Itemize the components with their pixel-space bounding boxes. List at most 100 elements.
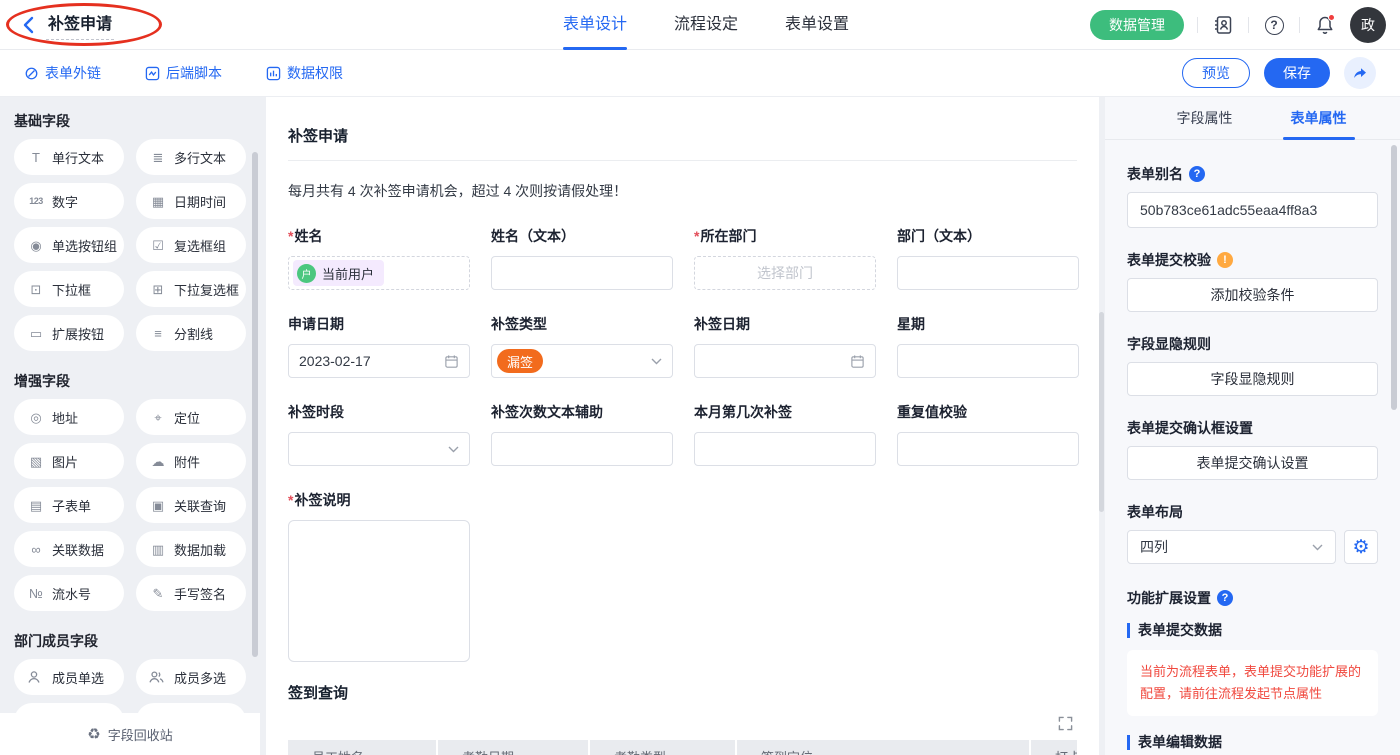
- back-icon[interactable]: [22, 16, 36, 34]
- field-department[interactable]: 所在部门 选择部门: [694, 226, 876, 290]
- tab-form-setting[interactable]: 表单设置: [785, 0, 849, 50]
- field-pill-data-load[interactable]: ▥数据加载: [136, 531, 246, 567]
- field-pill-relation-data[interactable]: ∞关联数据: [14, 531, 124, 567]
- form-name-title[interactable]: 补签申请: [46, 10, 114, 40]
- number-icon: 123: [27, 197, 45, 206]
- field-label: 补签次数文本辅助: [491, 402, 673, 424]
- data-permission-label: 数据权限: [287, 63, 343, 83]
- field-sign-date[interactable]: 补签日期: [694, 314, 876, 378]
- calendar-icon: [850, 354, 865, 369]
- preview-button[interactable]: 预览: [1182, 58, 1250, 88]
- canvas-scrollbar[interactable]: [1099, 312, 1104, 512]
- alias-label-row: 表单别名 ?: [1127, 164, 1378, 184]
- submit-confirm-button[interactable]: 表单提交确认设置: [1127, 446, 1378, 480]
- sidebar-scrollbar[interactable]: [252, 152, 258, 657]
- divider: [1299, 17, 1300, 33]
- period-select[interactable]: [288, 432, 470, 466]
- field-name-text[interactable]: 姓名（文本）: [491, 226, 673, 290]
- gear-icon: ⚙: [1352, 538, 1369, 557]
- data-manage-button[interactable]: 数据管理: [1090, 10, 1184, 40]
- tab-form-props[interactable]: 表单属性: [1291, 97, 1347, 140]
- data-permission-link[interactable]: 数据权限: [266, 63, 343, 83]
- tab-form-design[interactable]: 表单设计: [563, 0, 627, 50]
- help-icon[interactable]: ?: [1262, 13, 1286, 37]
- field-weekday[interactable]: 星期: [897, 314, 1079, 378]
- field-recycle-bin[interactable]: ♻ 字段回收站: [0, 713, 260, 755]
- field-pill-signature[interactable]: ✎手写签名: [136, 575, 246, 611]
- field-pill-single-text[interactable]: T单行文本: [14, 139, 124, 175]
- signature-icon: ✎: [149, 587, 167, 600]
- dup-check-input[interactable]: [897, 432, 1079, 466]
- basic-fields-grid: T单行文本 ≣多行文本 123数字 ▦日期时间 ◉单选按钮组 ☑复选框组 ⊡下拉…: [14, 139, 246, 351]
- name-text-input[interactable]: [491, 256, 673, 290]
- sign-type-select[interactable]: 漏签: [491, 344, 673, 378]
- field-pill-extend-button[interactable]: ▭扩展按钮: [14, 315, 124, 351]
- back-group[interactable]: 补签申请: [22, 10, 114, 40]
- tab-field-props[interactable]: 字段属性: [1177, 97, 1233, 140]
- save-button[interactable]: 保存: [1264, 58, 1330, 88]
- field-pill-number[interactable]: 123数字: [14, 183, 124, 219]
- field-pill-location[interactable]: ⌖定位: [136, 399, 246, 435]
- backend-script-link[interactable]: 后端脚本: [145, 63, 222, 83]
- field-count-helper[interactable]: 补签次数文本辅助: [491, 402, 673, 466]
- field-sign-type[interactable]: 补签类型 漏签: [491, 314, 673, 378]
- field-pill-divider[interactable]: ≡分割线: [136, 315, 246, 351]
- sub-toolbar: 表单外链 后端脚本 数据权限 预览 保存: [0, 50, 1400, 97]
- month-nth-input[interactable]: [694, 432, 876, 466]
- help-badge-icon[interactable]: ?: [1189, 166, 1205, 182]
- form-title[interactable]: 补签申请: [288, 125, 1077, 146]
- layout-settings-button[interactable]: ⚙: [1344, 530, 1378, 564]
- share-icon: [1352, 65, 1368, 81]
- weekday-input[interactable]: [897, 344, 1079, 378]
- field-pill-relation-query[interactable]: ▣关联查询: [136, 487, 246, 523]
- field-row-1: 姓名 户 当前用户 姓名（文本） 所在部门 选择部门: [288, 226, 1077, 290]
- count-helper-input[interactable]: [491, 432, 673, 466]
- warning-badge-icon[interactable]: !: [1217, 252, 1233, 268]
- tab-flow-setting[interactable]: 流程设定: [674, 0, 738, 50]
- field-pill-address[interactable]: ◎地址: [14, 399, 124, 435]
- form-description[interactable]: 每月共有 4 次补签申请机会，超过 4 次则按请假处理！: [288, 181, 1077, 200]
- field-period[interactable]: 补签时段: [288, 402, 470, 466]
- field-apply-date[interactable]: 申请日期 2023-02-17: [288, 314, 470, 378]
- avatar[interactable]: 政: [1350, 7, 1386, 43]
- field-dup-check[interactable]: 重复值校验: [897, 402, 1079, 466]
- field-pill-select[interactable]: ⊡下拉框: [14, 271, 124, 307]
- field-month-nth[interactable]: 本月第几次补签: [694, 402, 876, 466]
- share-button[interactable]: [1344, 57, 1376, 89]
- field-pill-member-single[interactable]: 成员单选: [14, 659, 124, 695]
- department-text-input[interactable]: [897, 256, 1079, 290]
- app-header: 补签申请 表单设计 流程设定 表单设置 数据管理 ?: [0, 0, 1400, 50]
- field-remark[interactable]: 补签说明: [288, 490, 470, 662]
- field-pill-radio-group[interactable]: ◉单选按钮组: [14, 227, 124, 263]
- expand-icon[interactable]: [1058, 716, 1073, 732]
- field-pill-multi-select[interactable]: ⊞下拉复选框: [136, 271, 246, 307]
- contacts-icon[interactable]: [1211, 13, 1235, 37]
- help-badge-icon[interactable]: ?: [1217, 590, 1233, 606]
- field-pill-checkbox-group[interactable]: ☑复选框组: [136, 227, 246, 263]
- location-icon: ⌖: [149, 411, 167, 424]
- add-validation-button[interactable]: 添加校验条件: [1127, 278, 1378, 312]
- name-control[interactable]: 户 当前用户: [288, 256, 470, 290]
- field-pill-image[interactable]: ▧图片: [14, 443, 124, 479]
- field-pill-subform[interactable]: ▤子表单: [14, 487, 124, 523]
- visibility-rules-button[interactable]: 字段显隐规则: [1127, 362, 1378, 396]
- apply-date-input[interactable]: 2023-02-17: [288, 344, 470, 378]
- layout-select[interactable]: 四列: [1127, 530, 1336, 564]
- field-name[interactable]: 姓名 户 当前用户: [288, 226, 470, 290]
- form-alias-input[interactable]: [1127, 192, 1378, 228]
- field-pill-serial-number[interactable]: №流水号: [14, 575, 124, 611]
- field-pill-datetime[interactable]: ▦日期时间: [136, 183, 246, 219]
- notification-icon[interactable]: [1313, 13, 1337, 37]
- department-picker[interactable]: 选择部门: [694, 256, 876, 290]
- remark-textarea[interactable]: [288, 520, 470, 662]
- sign-date-input[interactable]: [694, 344, 876, 378]
- query-section-title[interactable]: 签到查询: [288, 682, 1077, 700]
- form-external-link[interactable]: 表单外链: [24, 63, 101, 83]
- field-pill-attachment[interactable]: ☁附件: [136, 443, 246, 479]
- panel-scrollbar[interactable]: [1391, 145, 1397, 410]
- field-pill-multi-text[interactable]: ≣多行文本: [136, 139, 246, 175]
- field-department-text[interactable]: 部门（文本）: [897, 226, 1079, 290]
- multi-line-text-icon: ≣: [149, 151, 167, 164]
- field-label: 星期: [897, 314, 1079, 336]
- field-pill-member-multi[interactable]: 成员多选: [136, 659, 246, 695]
